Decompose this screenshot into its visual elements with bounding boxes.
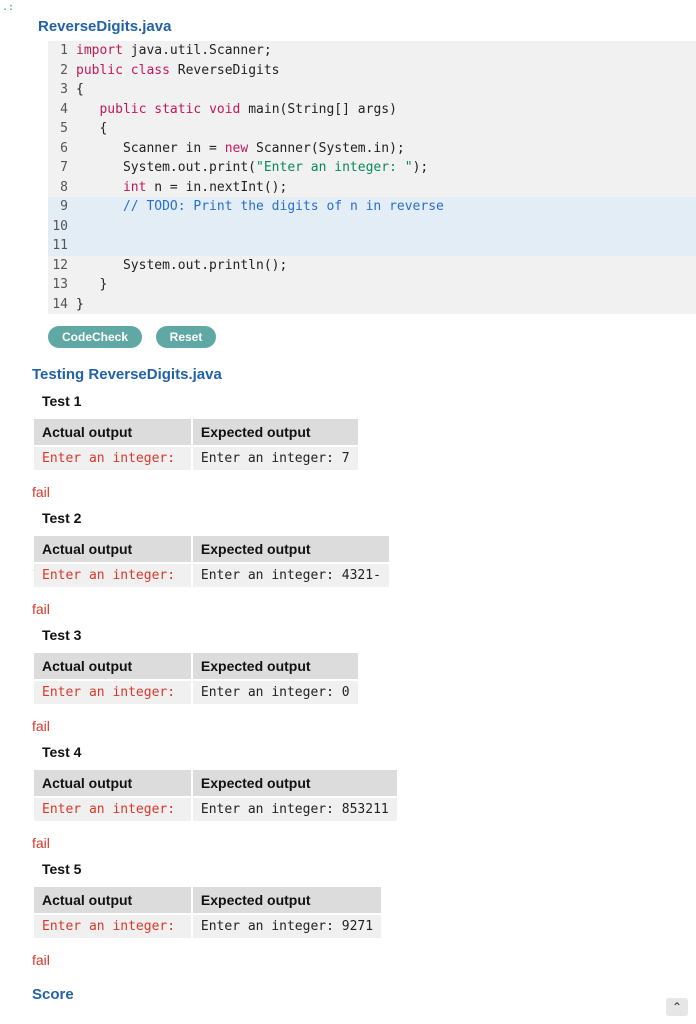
code-text[interactable]: System.out.println(); [76, 256, 696, 276]
code-line[interactable]: 7 System.out.print("Enter an integer: ")… [48, 158, 696, 178]
line-number: 1 [48, 41, 76, 61]
actual-output: Enter an integer: [34, 681, 191, 704]
col-actual: Actual output [34, 653, 191, 679]
line-number: 4 [48, 100, 76, 120]
fail-label: fail [32, 718, 696, 734]
code-line[interactable]: 5 { [48, 119, 696, 139]
code-text[interactable]: import java.util.Scanner; [76, 41, 696, 61]
line-number: 5 [48, 119, 76, 139]
col-expected: Expected output [193, 536, 389, 562]
score-title: Score [32, 986, 696, 1003]
actual-output: Enter an integer: [34, 798, 191, 821]
code-line[interactable]: 10 [48, 217, 696, 237]
actual-output: Enter an integer: [34, 915, 191, 938]
code-text[interactable]: } [76, 275, 696, 295]
button-row: CodeCheck Reset [48, 326, 696, 348]
line-number: 7 [48, 158, 76, 178]
line-number: 13 [48, 275, 76, 295]
code-text[interactable]: { [76, 80, 696, 100]
test-heading: Test 1 [42, 393, 696, 409]
code-line[interactable]: 3{ [48, 80, 696, 100]
code-line[interactable]: 6 Scanner in = new Scanner(System.in); [48, 139, 696, 159]
test-heading: Test 4 [42, 744, 696, 760]
code-editor[interactable]: 1import java.util.Scanner;2public class … [48, 41, 696, 314]
line-number: 3 [48, 80, 76, 100]
line-number: 11 [48, 236, 76, 256]
fail-label: fail [32, 835, 696, 851]
code-text[interactable]: } [76, 295, 696, 315]
scroll-top-button[interactable]: ⌃ [666, 998, 688, 1016]
line-number: 2 [48, 61, 76, 81]
fail-label: fail [32, 952, 696, 968]
col-actual: Actual output [34, 536, 191, 562]
code-text[interactable]: { [76, 119, 696, 139]
line-number: 14 [48, 295, 76, 315]
expected-output: Enter an integer: 853211 [193, 798, 397, 821]
code-line[interactable]: 11 [48, 236, 696, 256]
col-actual: Actual output [34, 887, 191, 913]
col-expected: Expected output [193, 770, 397, 796]
test-heading: Test 3 [42, 627, 696, 643]
line-number: 10 [48, 217, 76, 237]
fail-label: fail [32, 484, 696, 500]
actual-output: Enter an integer: [34, 447, 191, 470]
file-title: ReverseDigits.java [38, 18, 696, 35]
line-number: 6 [48, 139, 76, 159]
code-text[interactable]: public static void main(String[] args) [76, 100, 696, 120]
reset-button[interactable]: Reset [156, 326, 217, 348]
col-expected: Expected output [193, 419, 358, 445]
line-number: 12 [48, 256, 76, 276]
result-table: Actual outputExpected outputEnter an int… [32, 885, 383, 940]
code-text[interactable] [76, 217, 696, 237]
expected-output: Enter an integer: 4321- [193, 564, 389, 587]
code-text[interactable]: public class ReverseDigits [76, 61, 696, 81]
testing-title: Testing ReverseDigits.java [32, 366, 696, 383]
code-line[interactable]: 9 // TODO: Print the digits of n in reve… [48, 197, 696, 217]
col-actual: Actual output [34, 770, 191, 796]
corner-mark: .: [2, 2, 14, 13]
col-actual: Actual output [34, 419, 191, 445]
test-heading: Test 2 [42, 510, 696, 526]
code-text[interactable]: // TODO: Print the digits of n in revers… [76, 197, 696, 217]
code-text[interactable]: int n = in.nextInt(); [76, 178, 696, 198]
fail-label: fail [32, 601, 696, 617]
col-expected: Expected output [193, 653, 358, 679]
expected-output: Enter an integer: 9271 [193, 915, 381, 938]
expected-output: Enter an integer: 7 [193, 447, 358, 470]
result-table: Actual outputExpected outputEnter an int… [32, 651, 360, 706]
result-table: Actual outputExpected outputEnter an int… [32, 768, 399, 823]
codecheck-button[interactable]: CodeCheck [48, 326, 142, 348]
expected-output: Enter an integer: 0 [193, 681, 358, 704]
code-line[interactable]: 12 System.out.println(); [48, 256, 696, 276]
code-line[interactable]: 8 int n = in.nextInt(); [48, 178, 696, 198]
code-line[interactable]: 14} [48, 295, 696, 315]
actual-output: Enter an integer: [34, 564, 191, 587]
result-table: Actual outputExpected outputEnter an int… [32, 534, 391, 589]
tests-area: Test 1Actual outputExpected outputEnter … [30, 393, 696, 968]
col-expected: Expected output [193, 887, 381, 913]
chevron-up-icon: ⌃ [672, 1000, 682, 1014]
code-line[interactable]: 1import java.util.Scanner; [48, 41, 696, 61]
code-text[interactable] [76, 236, 696, 256]
code-text[interactable]: System.out.print("Enter an integer: "); [76, 158, 696, 178]
code-text[interactable]: Scanner in = new Scanner(System.in); [76, 139, 696, 159]
result-table: Actual outputExpected outputEnter an int… [32, 417, 360, 472]
code-line[interactable]: 2public class ReverseDigits [48, 61, 696, 81]
code-line[interactable]: 13 } [48, 275, 696, 295]
line-number: 9 [48, 197, 76, 217]
line-number: 8 [48, 178, 76, 198]
test-heading: Test 5 [42, 861, 696, 877]
code-line[interactable]: 4 public static void main(String[] args) [48, 100, 696, 120]
